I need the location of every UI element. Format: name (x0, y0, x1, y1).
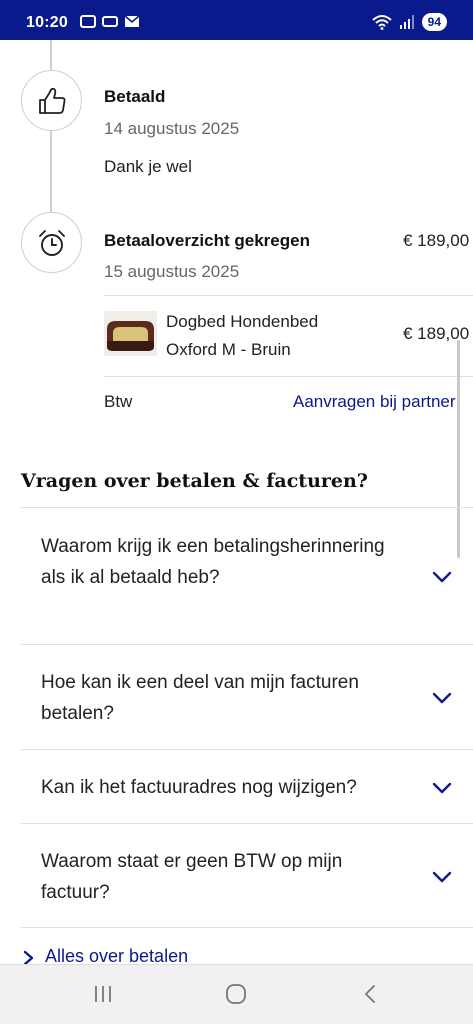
screenshot-icon (80, 15, 96, 28)
faq-item[interactable]: Kan ik het factuuradres nog wijzigen? (21, 749, 473, 823)
timeline-paid-marker (21, 70, 82, 131)
chevron-down-icon (432, 692, 452, 704)
faq-item[interactable]: Hoe kan ik een deel van mijn facturen be… (21, 644, 473, 749)
thumbs-up-icon (38, 87, 65, 114)
overview-amount: € 189,00 (403, 231, 470, 250)
gallery-icon (102, 16, 118, 27)
divider (21, 927, 473, 928)
timeline-connector (50, 40, 52, 70)
status-time: 10:20 (26, 14, 68, 31)
overview-title: Betaaloverzicht gekregen (104, 231, 310, 250)
chevron-down-icon (432, 871, 452, 883)
mail-icon (124, 15, 140, 27)
product-name[interactable]: Dogbed Hondenbed Oxford M - Bruin (166, 308, 366, 364)
chevron-down-icon (432, 782, 452, 794)
alarm-clock-icon (38, 229, 65, 256)
timeline-connector (50, 130, 52, 212)
status-bar: 10:20 94 (0, 0, 473, 40)
faq-question: Kan ik het factuuradres nog wijzigen? (41, 777, 357, 798)
signal-icon (399, 15, 414, 29)
faq-question: Waarom staat er geen BTW op mijn factuur… (41, 851, 343, 903)
status-system-icons: 94 (371, 13, 447, 31)
request-vat-link[interactable]: Aanvragen bij partner (293, 392, 456, 412)
wifi-icon (371, 15, 392, 30)
divider (104, 295, 473, 296)
faq-item[interactable]: Waarom staat er geen BTW op mijn factuur… (21, 823, 473, 927)
timeline-overview-marker (21, 212, 82, 273)
paid-date: 14 augustus 2025 (104, 119, 240, 138)
product-thumbnail[interactable] (104, 311, 157, 356)
system-navigation-bar (0, 964, 473, 1024)
recent-apps-icon[interactable] (92, 983, 114, 1005)
divider (104, 376, 473, 377)
paid-note: Dank je wel (104, 157, 192, 176)
overview-date: 15 augustus 2025 (104, 262, 240, 281)
btw-label: Btw (104, 392, 133, 411)
faq-question: Hoe kan ik een deel van mijn facturen be… (41, 672, 359, 724)
home-icon[interactable] (225, 983, 247, 1005)
paid-title: Betaald (104, 87, 166, 106)
faq-item[interactable]: Waarom krijg ik een betalingsherinnering… (21, 507, 473, 644)
back-icon[interactable] (359, 983, 381, 1005)
chevron-down-icon (432, 571, 452, 583)
faq-heading: Vragen over betalen & facturen? (21, 470, 368, 492)
battery-indicator: 94 (421, 13, 447, 31)
dog-bed-image (104, 311, 157, 356)
status-notification-icons (80, 15, 140, 28)
faq-question: Waarom krijg ik een betalingsherinnering… (41, 536, 385, 588)
